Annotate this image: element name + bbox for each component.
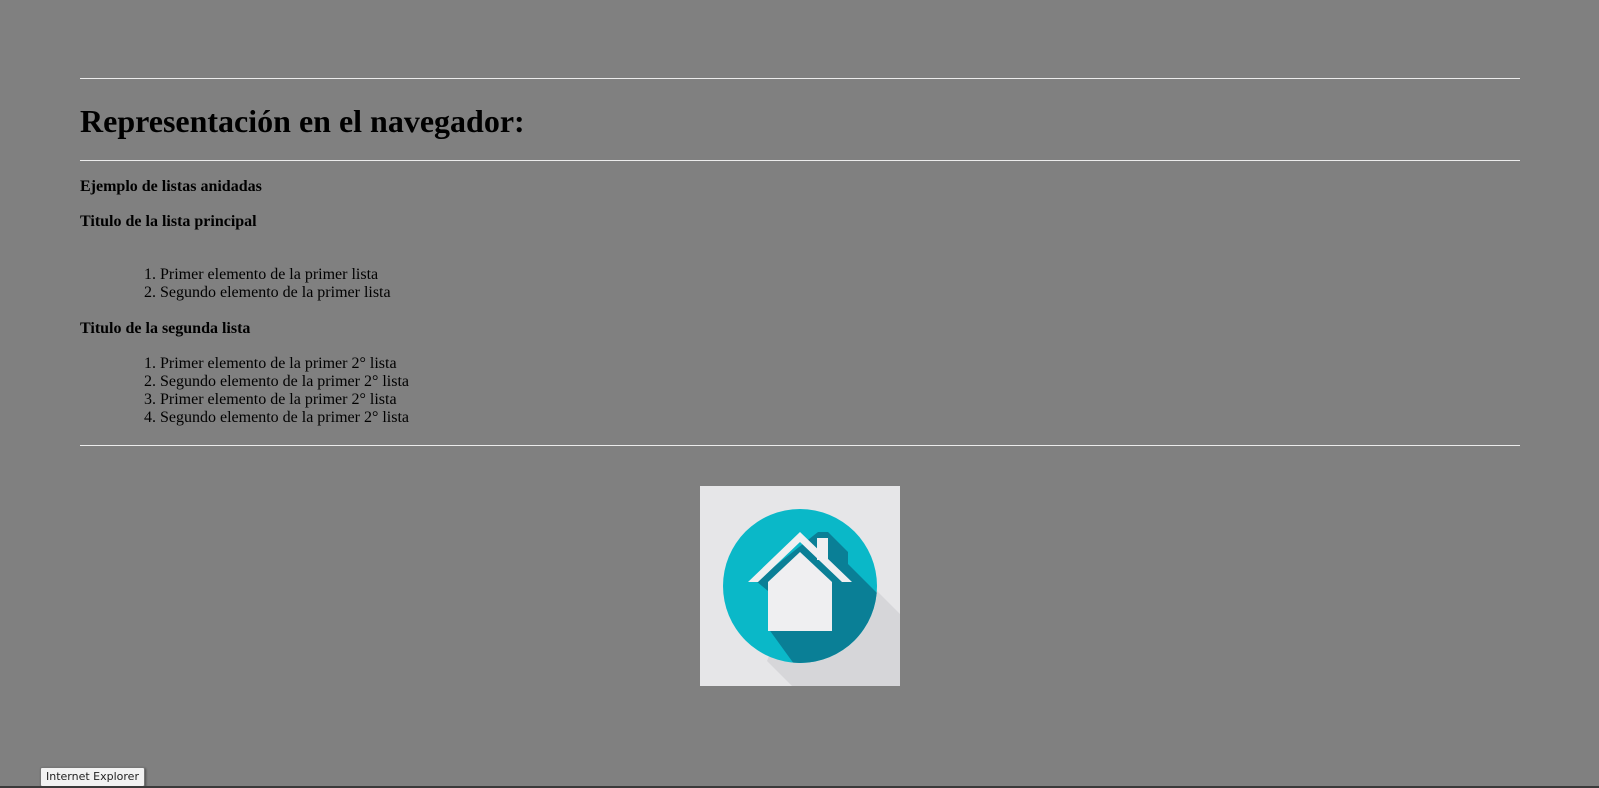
second-list-title: Titulo de la segunda lista <box>80 320 251 337</box>
list-item: Primer elemento de la primer lista <box>160 266 1520 284</box>
main-list: Primer elemento de la primer lista Segun… <box>80 266 1520 302</box>
list-item: Primer elemento de la primer 2° lista <box>160 391 1520 409</box>
list-item: Segundo elemento de la primer 2° lista <box>160 409 1520 427</box>
example-title: Ejemplo de listas anidadas <box>80 178 262 195</box>
bottom-divider <box>80 445 1520 446</box>
title-divider <box>80 160 1520 161</box>
home-icon <box>700 486 900 686</box>
page-content: Representación en el navegador: Ejemplo … <box>80 78 1520 446</box>
list-item: Segundo elemento de la primer lista <box>160 284 1520 302</box>
page-title: Representación en el navegador: <box>80 103 525 139</box>
top-divider <box>80 78 1520 79</box>
taskbar-tooltip: Internet Explorer <box>40 767 145 787</box>
list-item: Segundo elemento de la primer 2° lista <box>160 373 1520 391</box>
second-list: Primer elemento de la primer 2° lista Se… <box>80 355 1520 427</box>
main-list-title: Titulo de la lista principal <box>80 213 257 230</box>
list-item: Primer elemento de la primer 2° lista <box>160 355 1520 373</box>
home-logo-image <box>700 486 900 686</box>
